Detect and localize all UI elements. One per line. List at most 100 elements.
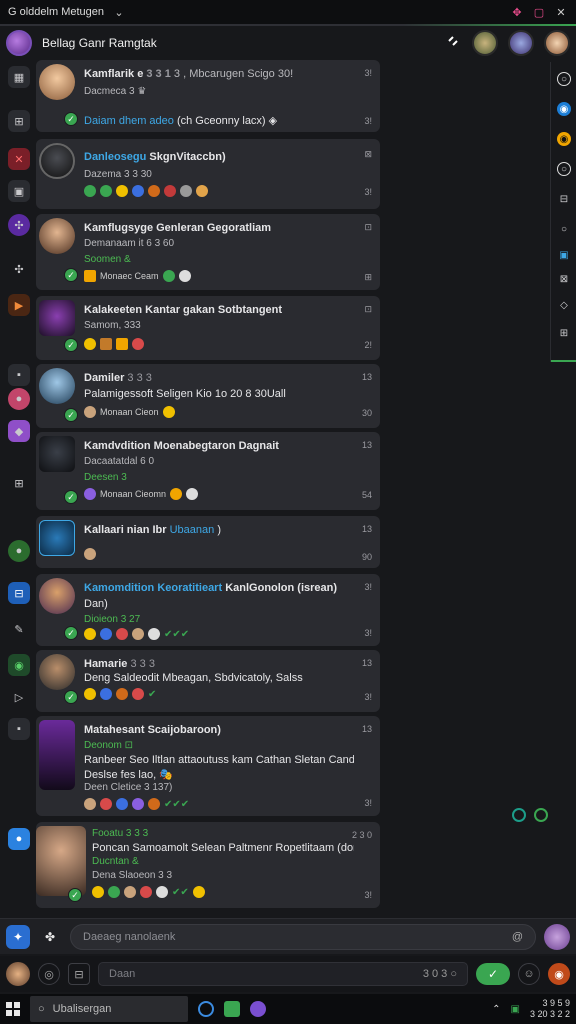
reaction-icon[interactable] [108, 886, 120, 898]
message-card[interactable]: Kallaari nian Ibr Ubaanan ) 13 90 [36, 516, 380, 568]
attachment-icon[interactable]: ⊟ [68, 963, 90, 985]
rail-item-12[interactable]: ● [8, 540, 30, 562]
reaction-icon[interactable] [84, 798, 96, 810]
link-icon[interactable] [444, 34, 462, 52]
message-card[interactable]: ✓ Damiler 3 3 3 Palamigessoft Seligen Ki… [36, 364, 380, 428]
reaction-icon[interactable] [116, 338, 128, 350]
rr-item-2[interactable]: ◉ [557, 102, 571, 116]
reaction-icon[interactable] [186, 488, 199, 500]
reaction-icon[interactable] [170, 488, 183, 500]
app-logo-icon[interactable]: ◉ [548, 963, 570, 985]
member-avatar-1[interactable] [472, 30, 498, 56]
settings-icon[interactable]: ◎ [38, 963, 60, 985]
message-card[interactable]: ✓ Kamomdition Keoratitieart KanlGonolon … [36, 574, 380, 646]
reaction-icon[interactable] [84, 688, 96, 700]
rr-item-8[interactable]: ⊠ [557, 272, 571, 286]
reaction-icon[interactable] [124, 886, 136, 898]
message-input[interactable]: Daeaeg nanolaenk @ [70, 923, 536, 950]
self-avatar[interactable] [6, 962, 30, 986]
status-ring-icon[interactable] [534, 808, 548, 822]
windows-start-icon[interactable] [6, 1002, 20, 1016]
avatar[interactable] [36, 826, 86, 896]
reaction-icon[interactable] [84, 270, 96, 282]
reaction-icon[interactable] [148, 628, 160, 640]
rail-item-18[interactable]: ● [8, 828, 30, 850]
message-card[interactable]: ✓ Fooatu 3 3 3 Poncan Samoamolt Selean P… [36, 822, 380, 908]
rr-item-6[interactable]: ○ [557, 222, 571, 236]
refresh-icon[interactable] [512, 808, 526, 822]
reaction-icon[interactable] [84, 406, 96, 418]
message-card[interactable]: ✓ Kamdvdition Moenabegtaron Dagnait Daca… [36, 432, 380, 510]
avatar[interactable] [39, 436, 75, 472]
message-card[interactable]: ✓ Kamflarik e 3 3 1 3 , Mbcarugen Scigo … [36, 60, 380, 132]
message-author[interactable]: Kamomdition Keoratitieart [84, 582, 222, 594]
close-button[interactable]: ✕ [554, 5, 568, 19]
apps-icon[interactable]: ✤ [38, 925, 62, 949]
rail-item-14[interactable]: ✎ [8, 618, 30, 640]
taskbar-app-1-icon[interactable] [198, 1001, 214, 1017]
reaction-icon[interactable] [100, 798, 112, 810]
rail-item-5[interactable]: ✣ [8, 214, 30, 236]
rail-item-15[interactable]: ◉ [8, 654, 30, 676]
emoji-icon[interactable]: ☺ [518, 963, 540, 985]
message-card[interactable]: Danleosegu SkgnVitaccbn) Dazema 3 3 30 ⊠… [36, 139, 380, 209]
reply-input[interactable]: Daan 3 0 3 ○ [98, 962, 468, 986]
reaction-icon[interactable] [84, 338, 96, 350]
avatar[interactable] [39, 578, 75, 614]
reaction-icon[interactable] [84, 185, 96, 197]
rail-item-17[interactable]: ▪ [8, 718, 30, 740]
reaction-icon[interactable] [132, 338, 144, 350]
rail-item-7[interactable]: ▶ [8, 294, 30, 316]
member-avatar-3[interactable] [544, 30, 570, 56]
rail-item-10[interactable]: ◆ [8, 420, 30, 442]
reaction-icon[interactable] [132, 798, 144, 810]
rail-item-3[interactable]: ✕ [8, 148, 30, 170]
reaction-icon[interactable] [178, 270, 191, 282]
reaction-icon[interactable] [162, 406, 175, 418]
rail-item-4[interactable]: ▣ [8, 180, 30, 202]
reaction-icon[interactable] [148, 798, 160, 810]
message-card[interactable]: ✓ Hamarie 3 3 3 Deng Saldeodit Mbeagan, … [36, 650, 380, 712]
rr-item-5[interactable]: ⊟ [557, 192, 571, 206]
reaction-icon[interactable] [162, 270, 175, 282]
mention-icon[interactable]: @ [512, 931, 523, 943]
chevron-down-icon[interactable]: ⌄ [112, 5, 126, 19]
taskbar-app-2-icon[interactable] [224, 1001, 240, 1017]
taskbar-app-3-icon[interactable] [250, 1001, 266, 1017]
reaction-icon[interactable] [132, 628, 144, 640]
message-card[interactable]: ✓ Kalakeeten Kantar gakan Sotbtangent Sa… [36, 296, 380, 360]
avatar[interactable] [39, 368, 75, 404]
reaction-icon[interactable] [84, 548, 96, 560]
reaction-icon[interactable] [84, 488, 96, 500]
reaction-icon[interactable] [84, 628, 96, 640]
channel-avatar[interactable] [6, 30, 32, 56]
reaction-icon[interactable] [116, 798, 128, 810]
rail-item-11[interactable]: ⊞ [8, 472, 30, 494]
message-author[interactable]: Danleosegu [84, 151, 146, 163]
reaction-icon[interactable] [100, 628, 112, 640]
message-link[interactable]: Daiam dhem adeo [84, 115, 174, 127]
reaction-icon[interactable] [100, 185, 112, 197]
message-link[interactable]: Ubaanan [170, 524, 215, 536]
rail-item-13[interactable]: ⊟ [8, 582, 30, 604]
rr-item-4[interactable]: ○ [557, 162, 571, 176]
reaction-icon[interactable] [148, 185, 160, 197]
rr-item-10[interactable]: ⊞ [557, 326, 571, 340]
reaction-icon[interactable] [164, 185, 176, 197]
reaction-icon[interactable] [196, 185, 208, 197]
avatar[interactable] [39, 720, 75, 790]
avatar[interactable] [39, 654, 75, 690]
taskbar-search[interactable]: ○ Ubalisergan [30, 996, 188, 1022]
reaction-icon[interactable] [100, 688, 112, 700]
tray-clock[interactable]: 3 9 5 9 3 20 3 2 2 [530, 998, 570, 1020]
avatar[interactable] [39, 218, 75, 254]
reaction-icon[interactable] [192, 886, 205, 898]
send-button[interactable]: ✓ [476, 963, 510, 985]
rr-item-1[interactable]: ○ [557, 72, 571, 86]
avatar[interactable] [39, 64, 75, 100]
avatar[interactable] [39, 143, 75, 179]
reaction-icon[interactable] [156, 886, 168, 898]
reaction-icon[interactable] [100, 338, 112, 350]
maximize-button[interactable]: ▢ [532, 5, 546, 19]
reaction-icon[interactable] [140, 886, 152, 898]
